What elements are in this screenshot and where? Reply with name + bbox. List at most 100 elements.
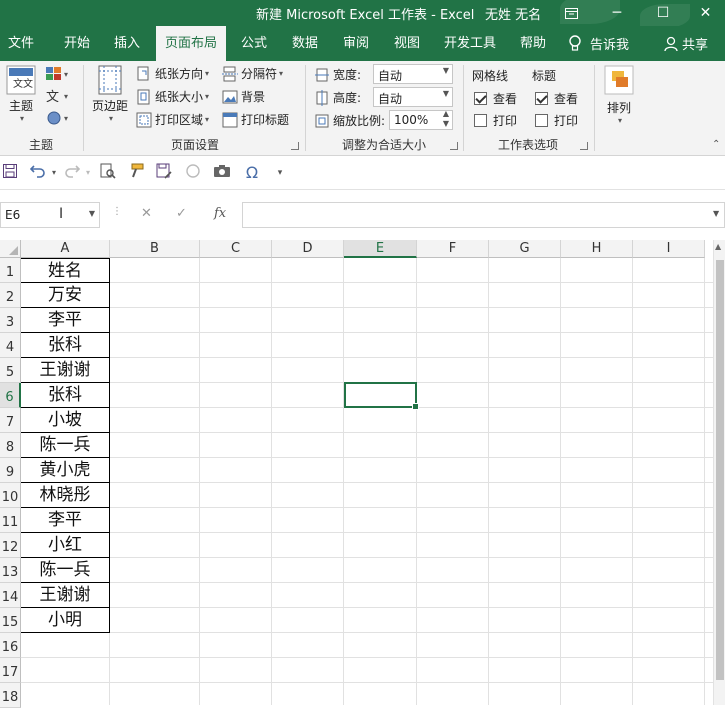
cell-a3[interactable]: 李平 <box>21 308 110 333</box>
formula-input[interactable] <box>242 202 725 228</box>
collapse-ribbon-icon[interactable]: ⌃ <box>712 139 720 150</box>
row-header-11[interactable]: 11 <box>0 508 21 533</box>
theme-fonts-button[interactable]: 文 ▾ <box>46 89 68 103</box>
row-header-7[interactable]: 7 <box>0 408 21 433</box>
cell-a13[interactable]: 陈一兵 <box>21 558 110 583</box>
column-header-h[interactable]: H <box>561 240 633 258</box>
redo-dropdown-icon[interactable]: ▾ <box>78 163 98 183</box>
tab-formulas[interactable]: 公式 <box>233 26 275 61</box>
theme-colors-button[interactable]: ▾ <box>46 67 68 81</box>
enter-icon[interactable]: ✓ <box>176 206 187 221</box>
tab-view[interactable]: 视图 <box>386 26 428 61</box>
maximize-button[interactable]: ☐ <box>640 0 686 26</box>
column-header-b[interactable]: B <box>110 240 200 258</box>
tab-developer[interactable]: 开发工具 <box>437 26 503 61</box>
symbol-omega-icon[interactable]: Ω <box>242 163 262 183</box>
margins-button[interactable]: 页边距 ▾ <box>90 65 130 123</box>
tab-data[interactable]: 数据 <box>284 26 326 61</box>
headings-print-checkbox[interactable]: 打印 <box>535 112 578 129</box>
row-header-3[interactable]: 3 <box>0 308 21 333</box>
print-area-button[interactable]: 打印区域 ▾ <box>136 111 209 128</box>
cell-a8[interactable]: 陈一兵 <box>21 433 110 458</box>
orientation-button[interactable]: 纸张方向 ▾ <box>136 65 209 82</box>
scrollbar-thumb[interactable] <box>716 260 724 680</box>
tell-me-box[interactable]: 告诉我 <box>568 26 629 61</box>
background-button[interactable]: 背景 <box>222 88 265 105</box>
row-header-15[interactable]: 15 <box>0 608 21 633</box>
cell-a4[interactable]: 张科 <box>21 333 110 358</box>
row-header-10[interactable]: 10 <box>0 483 21 508</box>
cancel-icon[interactable]: ✕ <box>141 206 152 221</box>
row-header-16[interactable]: 16 <box>0 633 21 658</box>
ribbon-display-icon[interactable] <box>548 0 594 26</box>
scale-spinner[interactable]: 100% ▲ ▼ <box>389 109 453 130</box>
row-header-4[interactable]: 4 <box>0 333 21 358</box>
active-cell-e6[interactable] <box>344 382 419 410</box>
row-header-14[interactable]: 14 <box>0 583 21 608</box>
cell-a7[interactable]: 小坡 <box>21 408 110 433</box>
tab-help[interactable]: 帮助 <box>512 26 554 61</box>
tab-review[interactable]: 审阅 <box>335 26 377 61</box>
column-header-d[interactable]: D <box>272 240 344 258</box>
share-button[interactable]: 共享 <box>663 26 708 61</box>
row-header-5[interactable]: 5 <box>0 358 21 383</box>
row-header-17[interactable]: 17 <box>0 658 21 683</box>
row-header-2[interactable]: 2 <box>0 283 21 308</box>
print-preview-icon[interactable] <box>98 163 118 183</box>
sheet-options-dialog-launcher[interactable] <box>580 142 588 150</box>
gridlines-print-checkbox[interactable]: 打印 <box>474 112 517 129</box>
insert-function-icon[interactable]: fx <box>214 206 226 221</box>
gridlines-view-checkbox[interactable]: 查看 <box>474 90 517 107</box>
tab-page-layout[interactable]: 页面布局 <box>156 26 226 61</box>
undo-dropdown-icon[interactable]: ▾ <box>44 163 64 183</box>
tab-home[interactable]: 开始 <box>56 26 98 61</box>
print-titles-button[interactable]: 打印标题 <box>222 111 289 128</box>
column-header-a[interactable]: A <box>21 240 110 258</box>
row-header-9[interactable]: 9 <box>0 458 21 483</box>
cell-a5[interactable]: 王谢谢 <box>21 358 110 383</box>
tab-file[interactable]: 文件 <box>0 26 42 61</box>
row-header-8[interactable]: 8 <box>0 433 21 458</box>
arrange-button[interactable]: 排列 ▾ <box>602 65 636 125</box>
tab-insert[interactable]: 插入 <box>106 26 148 61</box>
height-select[interactable]: 自动 ▼ <box>373 87 453 107</box>
camera-icon[interactable] <box>212 163 232 183</box>
row-header-1[interactable]: 1 <box>0 258 21 283</box>
column-header-c[interactable]: C <box>200 240 272 258</box>
column-header-g[interactable]: G <box>489 240 561 258</box>
close-button[interactable]: ✕ <box>686 0 725 26</box>
spin-down-icon[interactable]: ▼ <box>443 119 449 128</box>
column-header-e[interactable]: E <box>344 240 417 258</box>
circle-shape-icon[interactable] <box>183 163 203 183</box>
formula-bar-grip-icon[interactable]: ⋮ <box>112 206 122 217</box>
row-header-6[interactable]: 6 <box>0 383 21 408</box>
row-header-12[interactable]: 12 <box>0 533 21 558</box>
headings-view-checkbox[interactable]: 查看 <box>535 90 578 107</box>
theme-effects-button[interactable]: ▾ <box>46 111 68 125</box>
scroll-up-icon[interactable]: ▲ <box>715 242 721 251</box>
chevron-down-icon[interactable]: ▼ <box>89 209 95 218</box>
save-as-icon[interactable] <box>154 163 174 183</box>
scale-dialog-launcher[interactable] <box>450 142 458 150</box>
cell-a12[interactable]: 小红 <box>21 533 110 558</box>
cell-a10[interactable]: 林晓彤 <box>21 483 110 508</box>
cell-a9[interactable]: 黄小虎 <box>21 458 110 483</box>
themes-button[interactable]: 文文 主题 ▾ <box>4 65 38 123</box>
cell-a1[interactable]: 姓名 <box>21 258 110 283</box>
expand-formula-bar-icon[interactable]: ▼ <box>713 209 719 218</box>
row-header-18[interactable]: 18 <box>0 683 21 708</box>
format-painter-icon[interactable] <box>126 163 146 183</box>
select-all-button[interactable] <box>0 240 21 258</box>
minimize-button[interactable]: ─ <box>594 0 640 26</box>
width-select[interactable]: 自动 ▼ <box>373 64 453 84</box>
name-box[interactable]: E6 I ▼ <box>0 202 100 228</box>
save-icon[interactable] <box>0 163 20 183</box>
cell-a11[interactable]: 李平 <box>21 508 110 533</box>
column-header-f[interactable]: F <box>417 240 489 258</box>
page-setup-dialog-launcher[interactable] <box>291 142 299 150</box>
cell-a15[interactable]: 小明 <box>21 608 110 633</box>
spin-up-icon[interactable]: ▲ <box>443 109 449 118</box>
sheet-grid[interactable] <box>21 258 713 705</box>
size-button[interactable]: 纸张大小 ▾ <box>136 88 209 105</box>
cell-a6[interactable]: 张科 <box>21 383 110 408</box>
